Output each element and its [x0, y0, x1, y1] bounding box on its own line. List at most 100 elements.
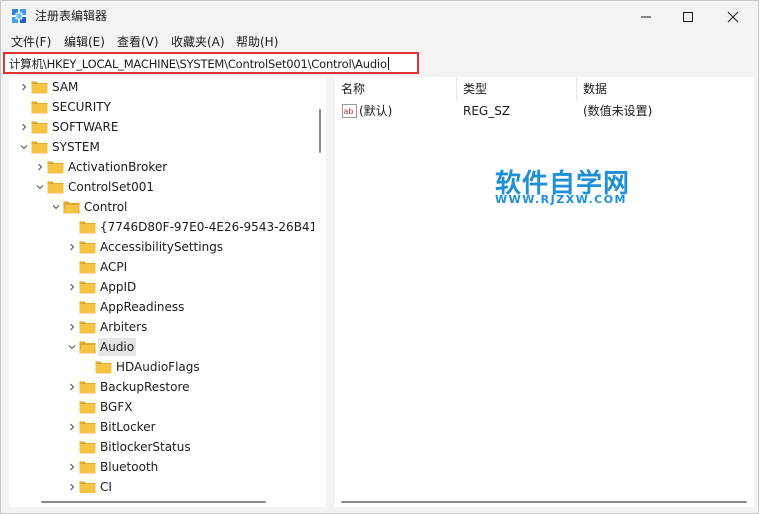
chevron-down-icon[interactable] [19, 142, 29, 152]
chevron-right-icon[interactable] [67, 282, 77, 292]
folder-icon [79, 321, 96, 334]
tree-node[interactable]: ControlSet001 [9, 177, 314, 197]
pane-splitter[interactable] [326, 77, 334, 507]
tree-node-label: BitlockerStatus [100, 440, 191, 454]
tree-vertical-scrollbar[interactable] [314, 77, 326, 493]
tree-node-label: SECURITY [52, 100, 111, 114]
folder-icon [79, 481, 96, 493]
menu-view[interactable]: 查看(V) [117, 34, 159, 50]
tree-node-label: SYSTEM [52, 140, 100, 154]
key-tree-pane[interactable]: SAM SECURITY SOFTWARE SYSTEM ActivationBroke… [9, 77, 314, 493]
tree-node[interactable]: CI [9, 477, 314, 493]
title-bar[interactable]: 注册表编辑器 [1, 1, 758, 32]
tree-node[interactable]: Arbiters [9, 317, 314, 337]
folder-icon [47, 161, 64, 174]
menu-file[interactable]: 文件(F) [11, 34, 51, 50]
tree-node-label: AppID [100, 280, 137, 294]
chevron-right-icon[interactable] [67, 482, 77, 492]
folder-icon [79, 461, 96, 474]
text-caret [387, 57, 389, 70]
tree-node[interactable]: SOFTWARE [9, 117, 314, 137]
tree-node[interactable]: AccessibilitySettings [9, 237, 314, 257]
chevron-right-icon[interactable] [67, 242, 77, 252]
tree-node[interactable]: Control [9, 197, 314, 217]
minimize-button[interactable] [624, 1, 668, 32]
tree-node-label: ACPI [100, 260, 128, 274]
tree-node-label: Audio [98, 338, 137, 356]
folder-icon [79, 261, 96, 274]
tree-vertical-scroll-thumb[interactable] [319, 109, 321, 153]
tree-node[interactable]: BGFX [9, 397, 314, 417]
menu-favorites[interactable]: 收藏夹(A) [171, 34, 225, 50]
svg-text:ab: ab [344, 107, 354, 116]
tree-node[interactable]: AppReadiness [9, 297, 314, 317]
tree-node-label: ControlSet001 [68, 180, 154, 194]
tree-node[interactable]: Bluetooth [9, 457, 314, 477]
list-horizontal-scrollbar[interactable] [335, 493, 754, 507]
tree-node[interactable]: ACPI [9, 257, 314, 277]
tree-node[interactable]: SYSTEM [9, 137, 314, 157]
window-title: 注册表编辑器 [35, 9, 108, 23]
chevron-right-icon[interactable] [67, 322, 77, 332]
minimize-icon [641, 16, 651, 17]
folder-open-icon [63, 201, 80, 214]
chevron-right-icon[interactable] [19, 82, 29, 92]
maximize-button[interactable] [666, 1, 710, 32]
list-horizontal-scroll-thumb[interactable] [341, 501, 747, 503]
scrollbar-corner [314, 493, 326, 507]
registry-editor-window: 注册表编辑器 文件(F) 编辑(E) 查看(V) 收藏夹(A) 帮助(H) 计算… [0, 0, 759, 514]
folder-icon [95, 361, 112, 374]
value-type: REG_SZ [463, 104, 511, 118]
folder-icon [79, 281, 96, 294]
chevron-down-icon[interactable] [35, 182, 45, 192]
chevron-right-icon[interactable] [35, 162, 45, 172]
watermark-url: WWW.RJZXW.COM [495, 193, 627, 206]
close-icon [727, 11, 739, 22]
tree-node[interactable]: BitLocker [9, 417, 314, 437]
tree-node[interactable]: SAM [9, 77, 314, 97]
tree-node[interactable]: BackupRestore [9, 377, 314, 397]
column-header-type[interactable]: 类型 [457, 77, 577, 101]
maximize-icon [683, 11, 693, 22]
chevron-down-icon[interactable] [51, 202, 61, 212]
tree-node[interactable]: HDAudioFlags [9, 357, 314, 377]
value-data: (数值未设置) [583, 104, 653, 118]
tree-horizontal-scroll-thumb[interactable] [41, 501, 266, 503]
values-list-pane[interactable]: 名称 类型 数据 ab (默认) REG_SZ (数值未设置) [335, 77, 754, 507]
tree-node-label: AccessibilitySettings [100, 240, 224, 254]
menu-edit[interactable]: 编辑(E) [64, 34, 105, 50]
folder-icon [31, 81, 48, 94]
tree-node-label: SOFTWARE [52, 120, 119, 134]
tree-horizontal-scrollbar[interactable] [9, 493, 314, 507]
folder-icon [79, 241, 96, 254]
chevron-right-icon[interactable] [19, 122, 29, 132]
tree-node-label: SAM [52, 80, 79, 94]
tree-node-label: BitLocker [100, 420, 156, 434]
folder-icon [79, 221, 96, 234]
tree-node[interactable]: SECURITY [9, 97, 314, 117]
tree-node-label: {7746D80F-97E0-4E26-9543-26B41FC [100, 220, 314, 234]
folder-icon [31, 121, 48, 134]
tree-node[interactable]: {7746D80F-97E0-4E26-9543-26B41FC [9, 217, 314, 237]
tree-node[interactable]: ActivationBroker [9, 157, 314, 177]
column-header-name[interactable]: 名称 [335, 77, 457, 101]
folder-icon [79, 421, 96, 434]
chevron-right-icon[interactable] [67, 462, 77, 472]
tree-node[interactable]: BitlockerStatus [9, 437, 314, 457]
close-button[interactable] [711, 1, 755, 32]
tree-node[interactable]: AppID [9, 277, 314, 297]
menu-help[interactable]: 帮助(H) [236, 34, 278, 50]
tree-node-label: Bluetooth [100, 460, 159, 474]
column-header-data[interactable]: 数据 [577, 77, 754, 101]
folder-open-icon [79, 341, 96, 354]
address-bar[interactable]: 计算机\HKEY_LOCAL_MACHINE\SYSTEM\ControlSet… [3, 52, 419, 74]
folder-icon [79, 381, 96, 394]
chevron-right-icon[interactable] [67, 382, 77, 392]
chevron-right-icon[interactable] [67, 422, 77, 432]
tree-node-label: Arbiters [100, 320, 148, 334]
folder-icon [79, 301, 96, 314]
value-row[interactable]: ab (默认) REG_SZ (数值未设置) [335, 101, 754, 121]
address-path[interactable]: 计算机\HKEY_LOCAL_MACHINE\SYSTEM\ControlSet… [9, 56, 389, 72]
chevron-down-icon[interactable] [67, 342, 77, 352]
tree-node[interactable]: Audio [9, 337, 314, 357]
